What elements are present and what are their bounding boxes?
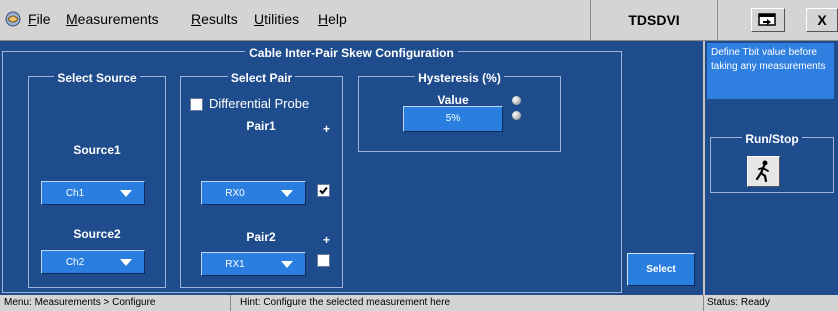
select-pair-group: Select Pair Differential Probe Pair1 + R… bbox=[180, 71, 343, 288]
status-bar: Menu: Measurements > Configure Hint: Con… bbox=[0, 295, 838, 311]
source2-value: Ch2 bbox=[65, 257, 85, 268]
pair1-plus-label: + bbox=[323, 122, 331, 136]
close-icon: X bbox=[817, 12, 827, 28]
run-stop-label: Run/Stop bbox=[742, 132, 802, 146]
source2-dropdown[interactable]: Ch2 bbox=[41, 250, 145, 274]
status-divider bbox=[703, 295, 704, 311]
status-text: Status: Ready bbox=[707, 297, 770, 308]
chevron-down-icon bbox=[120, 259, 132, 266]
menu-help[interactable]: Help bbox=[318, 11, 347, 27]
run-stop-group: Run/Stop bbox=[710, 132, 834, 193]
tbit-info-message: Define Tbit value before taking any meas… bbox=[707, 43, 834, 99]
status-menu-path: Menu: Measurements > Configure bbox=[4, 297, 156, 308]
running-man-icon bbox=[755, 160, 769, 183]
pair1-dropdown[interactable]: RX0 bbox=[201, 181, 306, 205]
app-logo-icon bbox=[5, 11, 21, 27]
select-source-label: Select Source bbox=[54, 71, 140, 85]
pair1-checkbox[interactable] bbox=[317, 184, 330, 197]
source2-label: Source2 bbox=[73, 227, 121, 241]
pair2-checkbox[interactable] bbox=[317, 254, 330, 267]
source1-value: Ch1 bbox=[65, 188, 85, 199]
menu-measurements[interactable]: Measurements bbox=[66, 11, 159, 27]
minimize-window-icon bbox=[758, 13, 776, 26]
hysteresis-value-label: Value bbox=[437, 93, 469, 107]
differential-probe-label: Differential Probe bbox=[209, 96, 310, 111]
radio-button-icon[interactable] bbox=[512, 111, 521, 120]
hysteresis-group: Hysteresis (%) Value 5% bbox=[358, 71, 561, 152]
minimize-button[interactable] bbox=[751, 8, 785, 32]
pair2-dropdown[interactable]: RX1 bbox=[201, 252, 306, 276]
configuration-panel: Cable Inter-Pair Skew Configuration Sele… bbox=[0, 41, 703, 295]
select-button[interactable]: Select bbox=[627, 253, 695, 286]
status-divider bbox=[230, 295, 231, 311]
close-button[interactable]: X bbox=[806, 8, 838, 32]
pair2-value: RX1 bbox=[225, 259, 245, 270]
chevron-down-icon bbox=[281, 190, 293, 197]
menu-bar: File Measurements Results Utilities Help… bbox=[0, 0, 838, 41]
pair2-label: Pair2 bbox=[246, 230, 276, 244]
chevron-down-icon bbox=[281, 261, 293, 268]
differential-probe-checkbox[interactable] bbox=[190, 98, 203, 111]
status-hint: Hint: Configure the selected measurement… bbox=[240, 297, 451, 308]
run-stop-button[interactable] bbox=[747, 156, 780, 187]
radio-button-icon[interactable] bbox=[512, 96, 521, 105]
menu-results[interactable]: Results bbox=[191, 11, 238, 27]
menu-file[interactable]: File bbox=[28, 11, 51, 27]
select-pair-label: Select Pair bbox=[227, 71, 296, 85]
pair1-value: RX0 bbox=[225, 188, 245, 199]
select-source-group: Select Source Source1 Ch1 Source2 Ch2 bbox=[28, 71, 166, 288]
side-panel: Define Tbit value before taking any meas… bbox=[703, 41, 838, 295]
app-title: TDSDVI bbox=[590, 0, 718, 40]
chevron-down-icon bbox=[120, 190, 132, 197]
checkmark-icon bbox=[319, 186, 328, 195]
hysteresis-label: Hysteresis (%) bbox=[415, 71, 504, 85]
source1-dropdown[interactable]: Ch1 bbox=[41, 181, 145, 205]
source1-label: Source1 bbox=[73, 143, 121, 157]
hysteresis-value-field[interactable]: 5% bbox=[403, 106, 503, 132]
configuration-title: Cable Inter-Pair Skew Configuration bbox=[0, 44, 703, 62]
pair1-label: Pair1 bbox=[246, 119, 276, 133]
pair2-plus-label: + bbox=[323, 233, 331, 247]
menu-utilities[interactable]: Utilities bbox=[254, 11, 299, 27]
